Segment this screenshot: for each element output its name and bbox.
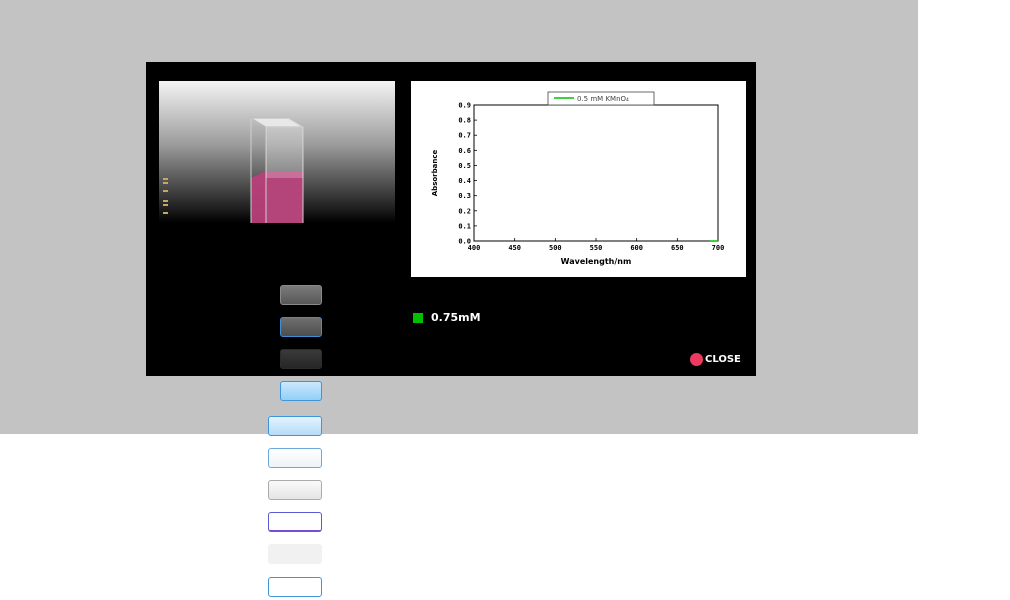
- light-blue-button[interactable]: [268, 416, 322, 436]
- close-button[interactable]: CLOSE: [690, 353, 741, 366]
- dark-gray-button[interactable]: [280, 285, 322, 305]
- x-tick-label: 450: [508, 244, 521, 252]
- y-tick-label: 0.8: [458, 117, 471, 125]
- black-button[interactable]: [280, 349, 322, 369]
- light-gray-button[interactable]: [268, 480, 322, 500]
- y-axis-label: Absorbance: [431, 150, 439, 197]
- y-tick-label: 0.7: [458, 132, 471, 140]
- blue-button[interactable]: [280, 381, 322, 401]
- white-outline-button[interactable]: [268, 577, 322, 597]
- chart-legend: 0.5 mM KMnO₄: [547, 91, 655, 106]
- white-purple-outline-button[interactable]: [268, 512, 322, 532]
- y-tick-label: 0.3: [458, 192, 471, 200]
- y-tick-label: 0.1: [458, 222, 471, 230]
- y-tick-label: 0.6: [458, 147, 471, 155]
- y-tick-label: 0.9: [458, 102, 471, 110]
- concentration-swatch: [413, 312, 423, 323]
- x-tick-label: 500: [549, 244, 562, 252]
- chart-legend-label: 0.5 mM KMnO₄: [577, 95, 629, 103]
- x-tick-label: 650: [671, 244, 684, 252]
- disabled-button[interactable]: [268, 544, 322, 564]
- x-axis-label: Wavelength/nm: [561, 257, 632, 266]
- y-tick-label: 0.2: [458, 207, 471, 215]
- x-tick-label: 600: [630, 244, 643, 252]
- absorbance-graph: 0.5 mM KMnO₄ 0.0 0.1 0.2 0.3 0.4 0.5 0.6 0.7 0.8…: [411, 81, 746, 277]
- simulation-panel: 0.5 mM KMnO₄ 0.0 0.1 0.2 0.3 0.4 0.5 0.6 0.7 0.8…: [146, 62, 756, 376]
- dark-gray-focused-button[interactable]: [280, 317, 322, 337]
- x-tick-label: 700: [712, 244, 725, 252]
- concentration-label: 0.75mM: [431, 311, 481, 324]
- red-dot-icon: [690, 353, 703, 366]
- x-tick-label: 400: [468, 244, 481, 252]
- y-tick-label: 0.4: [458, 177, 471, 185]
- cuvette-view: [159, 81, 395, 223]
- white-blue-outline-button[interactable]: [268, 448, 322, 468]
- y-tick-label: 0.5: [458, 162, 471, 170]
- x-tick-label: 550: [590, 244, 603, 252]
- concentration-legend: 0.75mM: [413, 311, 481, 324]
- cuvette: [249, 117, 305, 223]
- close-label: CLOSE: [705, 354, 741, 365]
- absorbance-chart: 0.5 mM KMnO₄ 0.00.10.20.30.40.50.60.70.8…: [431, 91, 725, 266]
